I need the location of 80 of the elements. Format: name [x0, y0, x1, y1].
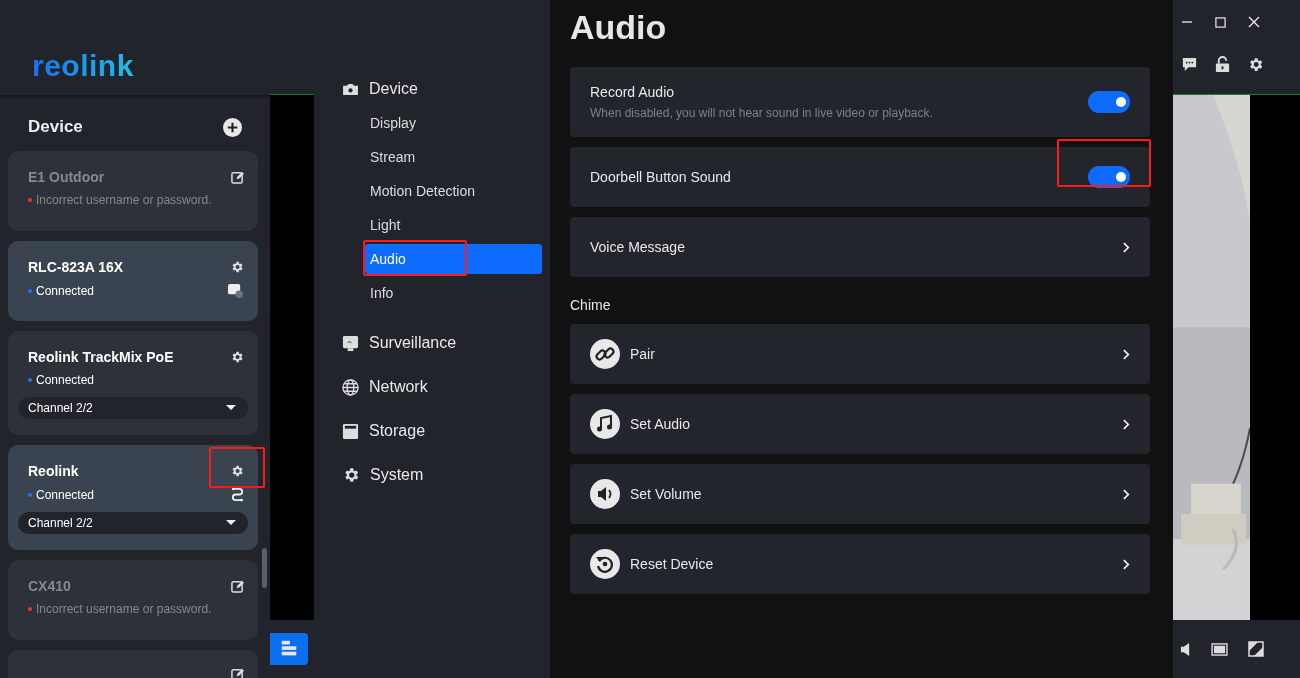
chevron-right-icon — [1123, 348, 1130, 360]
chevron-right-icon — [1123, 241, 1130, 253]
nav-section[interactable]: Device — [342, 80, 522, 98]
device-name: Reolink — [28, 463, 79, 479]
storage-icon — [342, 422, 359, 440]
close-icon[interactable] — [1248, 16, 1260, 28]
add-icon[interactable] — [223, 117, 242, 137]
device-icon[interactable] — [227, 283, 244, 298]
device-name: E1 Outdoor — [28, 169, 105, 185]
nav-item[interactable]: Info — [365, 278, 542, 308]
camera-icon — [342, 82, 359, 96]
caret-icon — [226, 520, 236, 526]
setting-description: When disabled, you will not hear sound in live video or playback. — [590, 106, 934, 120]
toggle-switch[interactable] — [1088, 91, 1130, 113]
device-name: Reolink TrackMix PoE — [28, 349, 174, 365]
status-text: Incorrect username or password. — [28, 602, 212, 616]
nav-section[interactable]: System — [342, 466, 522, 484]
reset-icon — [590, 549, 620, 579]
layout-button[interactable] — [270, 633, 308, 665]
nav-item[interactable]: Display — [365, 108, 542, 138]
chevron-right-icon — [1123, 488, 1130, 500]
globe-icon — [342, 378, 359, 396]
status-text: Incorrect username or password. — [28, 193, 212, 207]
nav-item[interactable]: Audio — [365, 244, 542, 274]
setting-label: Set Volume — [630, 486, 703, 502]
nav-section[interactable]: Surveillance — [342, 334, 522, 352]
setting-row[interactable]: Reset Device — [570, 534, 1150, 594]
setting-label: Voice Message — [590, 239, 686, 255]
nav-item[interactable]: Stream — [365, 142, 542, 172]
caret-icon — [226, 405, 236, 411]
scrollbar-thumb[interactable] — [262, 548, 267, 588]
speaker-icon — [590, 479, 620, 509]
setting-label: Pair — [630, 346, 656, 362]
toggle-switch[interactable] — [1088, 166, 1130, 188]
settings-icon[interactable] — [230, 464, 244, 478]
edit-icon[interactable] — [231, 170, 244, 184]
device-card[interactable]: RLC-823A 16X Connected — [8, 241, 258, 321]
section-title: Chime — [570, 297, 612, 313]
channel-dropdown[interactable]: Channel 2/2 — [18, 397, 248, 419]
nav-section[interactable]: Network — [342, 378, 522, 396]
unlock-icon[interactable] — [1214, 56, 1231, 73]
channel-dropdown[interactable]: Channel 2/2 — [18, 512, 248, 534]
maximize-icon[interactable] — [1215, 16, 1226, 28]
status-text: Connected — [28, 487, 95, 502]
setting-row[interactable]: Set Volume — [570, 464, 1150, 524]
window-icon[interactable] — [1211, 642, 1228, 656]
chat-icon[interactable] — [1181, 56, 1198, 73]
device-name: CX410 — [28, 578, 71, 594]
device-name: RLC-823A 16X — [28, 259, 124, 275]
device-card[interactable]: Reolink Connected Channel 2/2 — [8, 445, 258, 550]
monitor-icon — [342, 334, 359, 352]
device-card[interactable]: Reolink TrackMix PoE Connected Channel 2/2 — [8, 331, 258, 435]
status-text: Connected — [28, 373, 95, 387]
device-card[interactable]: E1 Outdoor Incorrect username or password. — [8, 151, 258, 231]
setting-row[interactable]: Voice Message — [570, 217, 1150, 277]
setting-label: Set Audio — [630, 416, 691, 432]
speaker-icon[interactable] — [1180, 641, 1191, 657]
chevron-right-icon — [1123, 558, 1130, 570]
setting-label: Doorbell Button Sound — [590, 169, 732, 185]
nav-item[interactable]: Light — [365, 210, 542, 240]
edit-icon[interactable] — [231, 579, 244, 593]
music-note-icon — [590, 409, 620, 439]
setting-row[interactable]: Pair — [570, 324, 1150, 384]
fullscreen-icon[interactable] — [1248, 641, 1264, 657]
status-text: Connected — [28, 283, 95, 298]
chevron-right-icon — [1123, 418, 1130, 430]
route-icon[interactable] — [231, 487, 244, 502]
page-title: Audio — [570, 7, 668, 48]
setting-label: Reset Device — [630, 556, 715, 572]
settings-icon[interactable] — [230, 350, 244, 364]
nav-section[interactable]: Storage — [342, 422, 522, 440]
setting-label: Record Audio — [590, 84, 676, 100]
nav-item[interactable]: Motion Detection — [365, 176, 542, 206]
edit-icon[interactable] — [231, 668, 244, 678]
link-icon — [590, 339, 620, 369]
setting-row[interactable]: Set Audio — [570, 394, 1150, 454]
settings-icon[interactable] — [1247, 56, 1264, 73]
settings-icon[interactable] — [230, 260, 244, 274]
device-card[interactable]: CX410 Incorrect username or password. — [8, 560, 258, 640]
sidebar-title: Device — [28, 117, 83, 137]
